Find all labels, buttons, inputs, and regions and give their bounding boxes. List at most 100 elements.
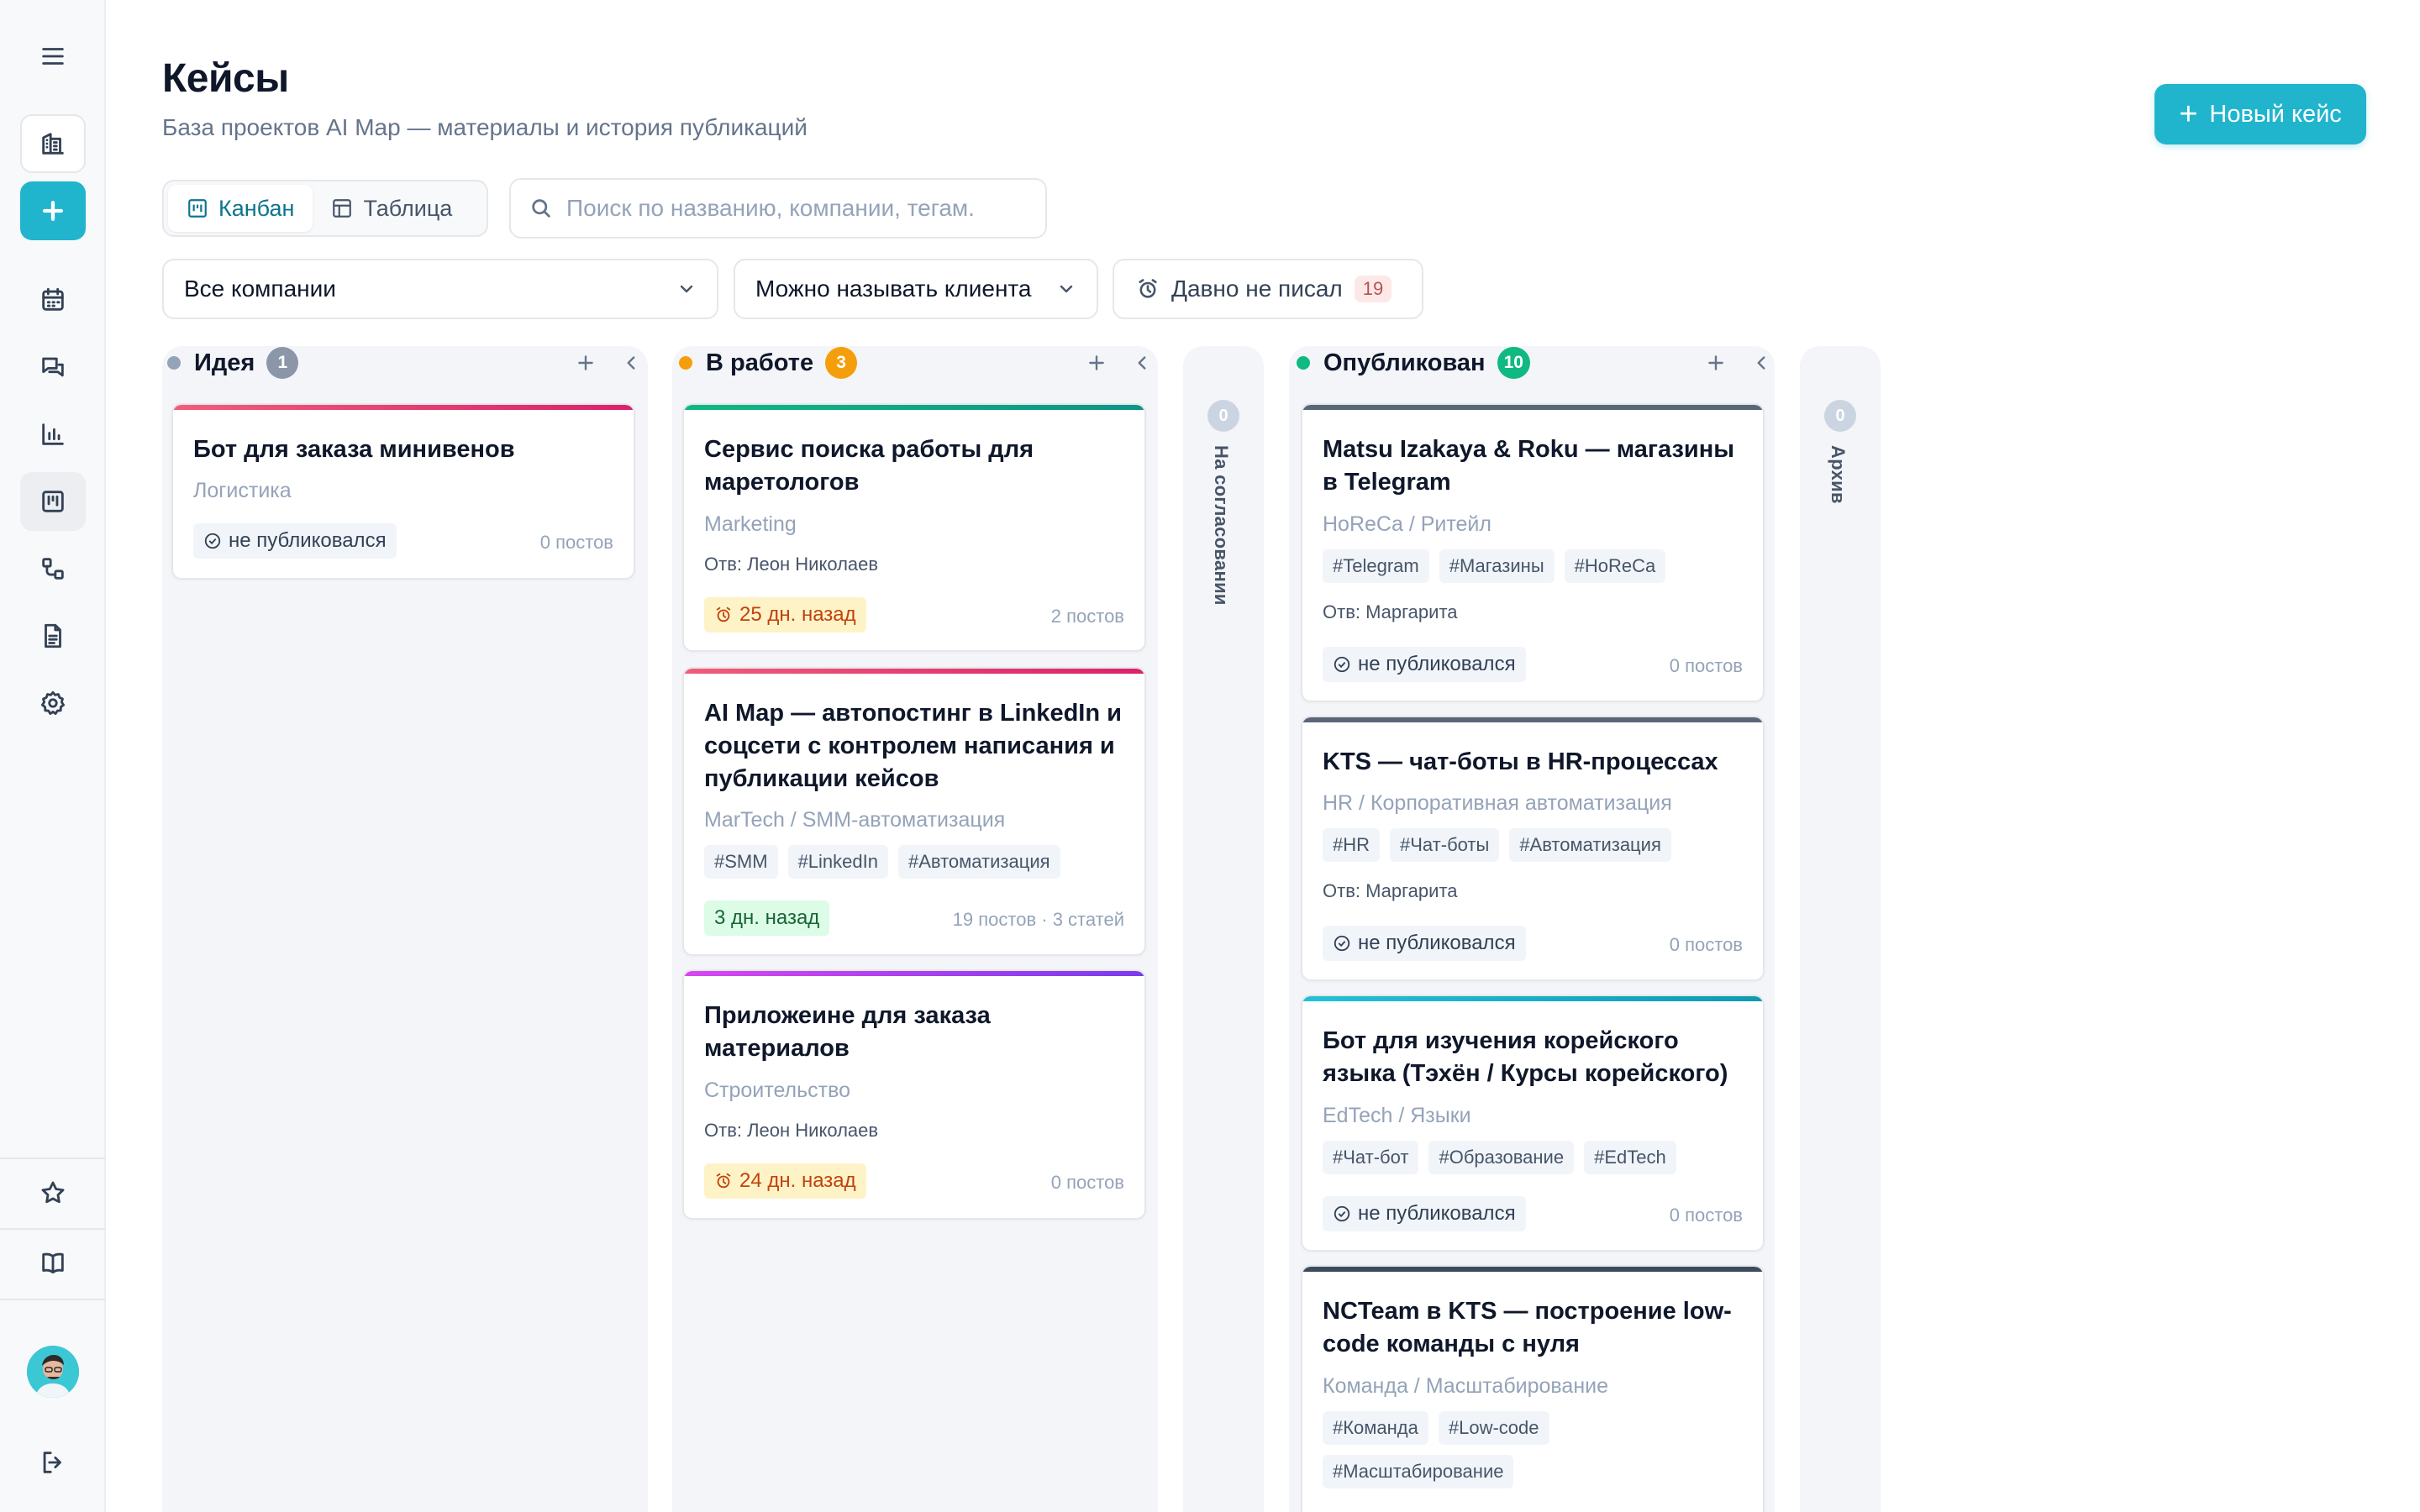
tag[interactable]: #Команда bbox=[1323, 1411, 1428, 1445]
chat-icon[interactable] bbox=[20, 338, 86, 396]
card-color-bar bbox=[1302, 717, 1763, 722]
kanban-icon[interactable] bbox=[20, 472, 86, 531]
column-title: Опубликован bbox=[1323, 349, 1486, 376]
column-title: В работе bbox=[706, 349, 814, 376]
tab-kanban[interactable]: Канбан bbox=[168, 185, 313, 232]
client-naming-select[interactable]: Можно называть клиента bbox=[734, 259, 1098, 319]
building-icon[interactable] bbox=[20, 114, 86, 173]
search-box bbox=[509, 178, 1047, 239]
new-case-button[interactable]: + Новый кейс bbox=[2154, 84, 2366, 144]
status-text: не публиковался bbox=[1358, 932, 1516, 954]
tag[interactable]: #SMM bbox=[704, 845, 778, 879]
card-title: Matsu Izakaya & Roku — магазины в Telegr… bbox=[1323, 436, 1734, 496]
client-naming-value: Можно называть клиента bbox=[755, 276, 1032, 302]
card-color-bar bbox=[1302, 405, 1763, 410]
status-text: 25 дн. назад bbox=[739, 603, 856, 626]
kanban-icon bbox=[188, 199, 207, 218]
column-actions bbox=[575, 346, 642, 380]
status-dot bbox=[679, 356, 692, 370]
workflow-icon[interactable] bbox=[20, 539, 86, 598]
chevron-left-icon[interactable] bbox=[1750, 352, 1772, 374]
tag[interactable]: #LinkedIn bbox=[787, 845, 888, 879]
posts-count: 0 постов bbox=[1669, 655, 1743, 676]
sidebar-divider bbox=[0, 1158, 106, 1159]
status-text: не публиковался bbox=[229, 529, 387, 552]
card-category: Строительство bbox=[704, 1079, 850, 1102]
posts-count: 2 постов bbox=[1050, 606, 1124, 627]
chevron-down-icon bbox=[1060, 285, 1073, 293]
case-card[interactable]: Приложеине для заказа материалов Строите… bbox=[682, 969, 1146, 1220]
card-owner: Отв: Маргарита bbox=[1323, 601, 1458, 622]
tag[interactable]: #Магазины bbox=[1439, 549, 1555, 583]
alarm-clock-icon bbox=[716, 1173, 731, 1189]
card-category: Marketing bbox=[704, 512, 797, 536]
case-card[interactable]: Сервис поиска работы для маретологов Mar… bbox=[682, 403, 1146, 652]
add-button[interactable] bbox=[20, 181, 86, 240]
chart-icon[interactable] bbox=[20, 405, 86, 464]
column-count-badge: 1 bbox=[266, 347, 299, 379]
column-count-badge: 0 bbox=[1824, 400, 1856, 432]
card-category: MarTech / SMM-автоматизация bbox=[704, 808, 1006, 832]
tab-table[interactable]: Таблица bbox=[313, 185, 471, 232]
tag-list: #Чат-бот #Образование #EdTech bbox=[1323, 1141, 1743, 1174]
case-card[interactable]: KTS — чат-боты в HR-процессах HR / Корпо… bbox=[1301, 716, 1765, 981]
status-text: не публиковался bbox=[1358, 653, 1516, 675]
case-card[interactable]: Бот для изучения корейского языка (Тэхён… bbox=[1301, 995, 1765, 1252]
book-icon[interactable] bbox=[20, 1234, 86, 1293]
logout-icon[interactable] bbox=[20, 1433, 86, 1492]
column-title: На согласовании bbox=[1211, 445, 1232, 606]
case-card[interactable]: Matsu Izakaya & Roku — магазины в Telegr… bbox=[1301, 403, 1765, 702]
plus-icon: + bbox=[2179, 97, 2198, 132]
column-archive-collapsed[interactable] bbox=[1800, 346, 1881, 1512]
check-circle-icon bbox=[1334, 656, 1350, 673]
tag[interactable]: #Автоматизация bbox=[897, 845, 1060, 879]
calendar-icon[interactable] bbox=[20, 270, 86, 329]
chevron-left-icon[interactable] bbox=[1131, 352, 1153, 374]
tag[interactable]: #Чат-бот bbox=[1323, 1141, 1419, 1174]
chevron-left-icon[interactable] bbox=[620, 352, 642, 374]
tag[interactable]: #Масштабирование bbox=[1323, 1455, 1514, 1488]
status-badge: не публиковался bbox=[1323, 1196, 1526, 1231]
tag[interactable]: #HoReCa bbox=[1564, 549, 1666, 583]
tag[interactable]: #Образование bbox=[1428, 1141, 1575, 1174]
column-actions bbox=[1086, 346, 1153, 380]
tag[interactable]: #Чат-боты bbox=[1390, 828, 1500, 862]
search-input[interactable] bbox=[566, 195, 1037, 222]
case-card[interactable]: NCTeam в KTS — построение low-code коман… bbox=[1301, 1265, 1765, 1512]
sidebar bbox=[0, 0, 106, 1512]
plus-icon[interactable] bbox=[1086, 352, 1107, 374]
tag-list: #Команда #Low-code #Масштабирование bbox=[1323, 1411, 1743, 1488]
last-activity-badge: 24 дн. назад bbox=[704, 1163, 866, 1199]
tag[interactable]: #Low-code bbox=[1438, 1411, 1549, 1445]
star-icon[interactable] bbox=[20, 1163, 86, 1222]
case-card[interactable]: AI Map — автопостинг в LinkedIn и соцсет… bbox=[682, 667, 1146, 956]
card-category: Команда / Масштабирование bbox=[1323, 1374, 1609, 1398]
card-color-bar bbox=[684, 669, 1144, 674]
menu-icon[interactable] bbox=[20, 27, 86, 86]
tag[interactable]: #HR bbox=[1323, 828, 1381, 862]
tag[interactable]: #Telegram bbox=[1323, 549, 1429, 583]
page-title: Кейсы bbox=[162, 56, 289, 101]
status-text: не публиковался bbox=[1358, 1202, 1516, 1225]
case-card[interactable]: Бот для заказа минивенов Логистика не пу… bbox=[171, 403, 635, 580]
document-icon[interactable] bbox=[20, 606, 86, 665]
avatar[interactable] bbox=[27, 1346, 79, 1398]
search-icon bbox=[532, 199, 550, 218]
tag-list: #SMM #LinkedIn #Автоматизация bbox=[704, 845, 1124, 879]
stale-filter-button[interactable]: Давно не писал 19 bbox=[1113, 259, 1423, 319]
card-owner: Отв: Маргарита bbox=[1323, 880, 1458, 901]
card-title: AI Map — автопостинг в LinkedIn и соцсет… bbox=[704, 700, 1122, 792]
column-header: Идея 1 bbox=[167, 346, 299, 380]
tag[interactable]: #EdTech bbox=[1584, 1141, 1676, 1174]
plus-icon[interactable] bbox=[1705, 352, 1727, 374]
tag[interactable]: #Автоматизация bbox=[1509, 828, 1671, 862]
alarm-clock-icon bbox=[716, 606, 731, 622]
column-header: Опубликован 10 bbox=[1297, 346, 1530, 380]
card-title: Бот для заказа минивенов bbox=[193, 436, 515, 463]
tag-list: #Telegram #Магазины #HoReCa bbox=[1323, 549, 1743, 583]
card-owner: Отв: Леон Николаев bbox=[704, 1120, 879, 1141]
plus-icon[interactable] bbox=[575, 352, 597, 374]
card-color-bar bbox=[684, 971, 1144, 976]
company-select[interactable]: Все компании bbox=[162, 259, 718, 319]
gear-icon[interactable] bbox=[20, 674, 86, 732]
